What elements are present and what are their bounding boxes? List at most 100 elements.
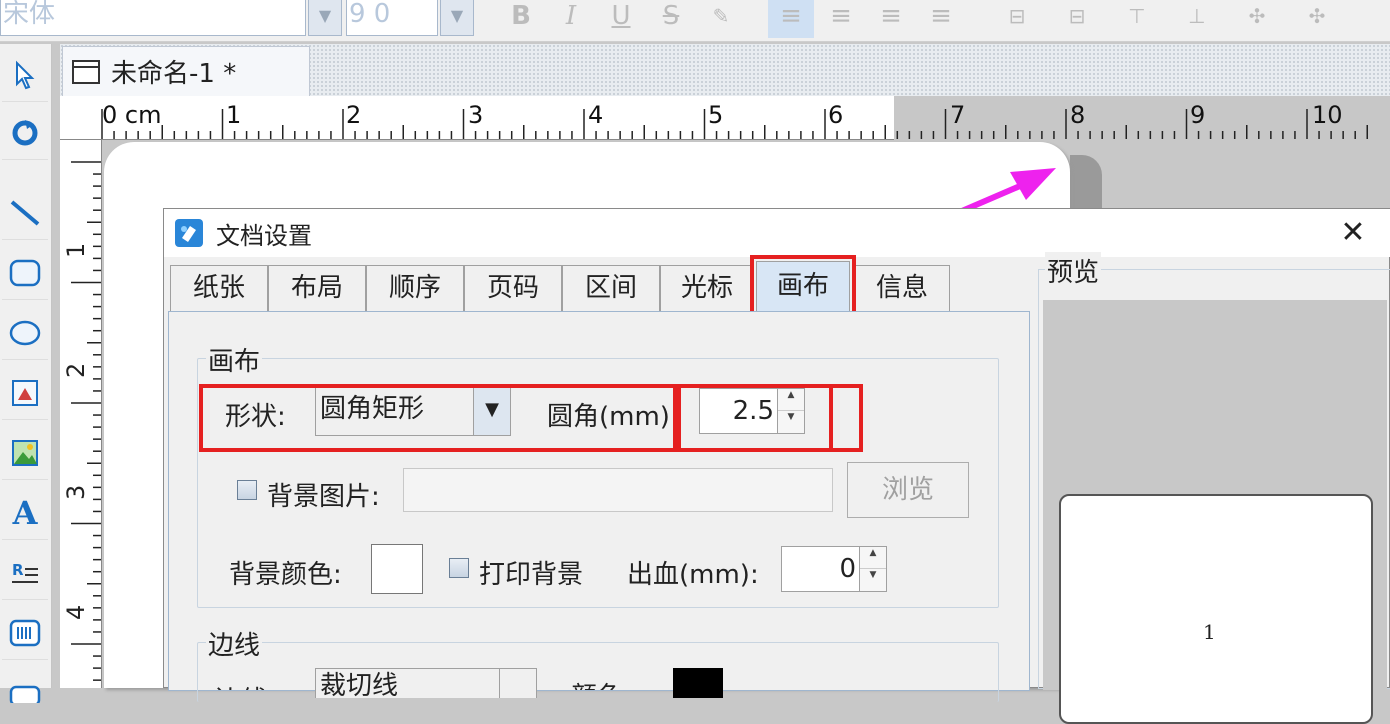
strikethrough-icon[interactable]: S (648, 0, 694, 38)
ruler-label: 5 (708, 101, 724, 129)
align-objects-bottom-icon[interactable]: ⊥ (1174, 0, 1220, 38)
close-icon[interactable]: ✕ (1333, 213, 1373, 253)
dialog-title-bar: 文档设置 (164, 209, 1390, 257)
tab-paper[interactable]: 纸张 (170, 265, 268, 311)
align-left-icon[interactable]: ≡ (768, 0, 814, 38)
ellipse-tool-icon[interactable] (2, 306, 48, 360)
document-tab[interactable]: 未命名-1 * (62, 46, 310, 96)
border-line-label: 边线: (215, 680, 276, 690)
barcode-tool-icon[interactable] (2, 606, 48, 660)
qrcode-tool-icon[interactable] (2, 666, 48, 720)
align-center-icon[interactable]: ≡ (818, 0, 864, 38)
ruler-label: 1 (226, 101, 242, 129)
ruler-label: 7 (950, 101, 966, 129)
ruler-label: 2 (346, 101, 362, 129)
font-name-combo[interactable]: 宋体 (0, 0, 306, 36)
ruler-label: 3 (62, 484, 90, 500)
bg-image-path-input[interactable] (403, 468, 833, 512)
align-objects-top-icon[interactable]: ⊤ (1114, 0, 1160, 38)
bleed-stepper[interactable]: ▲ ▼ (859, 546, 887, 592)
distribute-horizontal-icon[interactable]: ✣ (1234, 0, 1280, 38)
window-icon (72, 59, 100, 84)
select-pointer-icon[interactable] (2, 48, 48, 102)
align-right-icon[interactable]: ≡ (868, 0, 914, 38)
border-line-select[interactable]: 裁切线 (315, 668, 511, 698)
distribute-vertical-icon[interactable]: ✣ (1294, 0, 1340, 38)
preview-page-number: 1 (1203, 620, 1216, 644)
underline-icon[interactable]: U (598, 0, 644, 38)
ruler-label: 6 (828, 101, 844, 129)
ruler-label: 0 cm (102, 101, 162, 129)
ruler-label: 2 (62, 362, 90, 378)
vertical-ruler: 1 2 3 4 (60, 140, 102, 688)
bg-image-checkbox[interactable] (237, 480, 257, 500)
ruler-label: 10 (1312, 101, 1343, 129)
bg-image-label: 背景图片: (267, 482, 380, 512)
highlight-box-extra (833, 384, 863, 452)
app-logo-icon (175, 219, 203, 247)
print-bg-label: 打印背景 (479, 560, 584, 590)
stepper-up-icon[interactable]: ▲ (860, 547, 886, 569)
document-settings-dialog: 文档设置 ✕ 纸张 布局 顺序 页码 区间 光标 画布 信息 画布 形状: 圆角… (163, 208, 1390, 724)
preview-area: 1 (1043, 300, 1387, 724)
bold-icon[interactable]: B (498, 0, 544, 38)
highlight-box-shape (199, 384, 677, 452)
highlight-box-tab (750, 255, 856, 317)
bg-color-label: 背景颜色: (229, 560, 342, 590)
ruler-label: 4 (62, 604, 90, 620)
horizontal-ruler: 0 cm 1 2 3 4 5 6 7 8 9 10 (60, 96, 1390, 140)
preview-label: 预览 (1045, 252, 1102, 289)
rich-text-tool-icon[interactable]: R (2, 546, 48, 600)
italic-icon[interactable]: I (548, 0, 594, 38)
bleed-value: 0 (839, 554, 856, 584)
border-line-value: 裁切线 (320, 671, 399, 698)
dialog-title: 文档设置 (216, 221, 312, 250)
document-tab-strip: 未命名-1 * (60, 44, 1390, 96)
font-size-combo[interactable]: 9 0 (346, 0, 438, 36)
preview-paper: 1 (1059, 494, 1373, 724)
print-bg-checkbox[interactable] (449, 558, 469, 578)
canvas-settings-panel: 画布 形状: 圆角矩形 ▼ 圆角(mm): 2.5 ▲ ▼ 背景图片: 浏览 背景… (168, 311, 1030, 702)
ruler-label: 1 (62, 242, 90, 258)
font-name-value: 宋体 (3, 0, 56, 29)
svg-text:R: R (12, 561, 24, 579)
bg-color-swatch[interactable] (371, 544, 423, 594)
browse-button[interactable]: 浏览 (847, 462, 969, 518)
ruler-label: 3 (468, 101, 484, 129)
border-line-dropdown-icon[interactable] (499, 668, 537, 698)
ruler-label: 9 (1190, 101, 1206, 129)
formatting-toolbar: 宋体 ▼ 9 0 ▼ B I U S ✎ ≡ ≡ ≡ ≡ ⊟ ⊟ ⊤ ⊥ ✣ ✣ (0, 0, 1390, 42)
highlight-box-radius (677, 384, 833, 452)
bleed-input[interactable]: 0 (781, 546, 863, 592)
stepper-down-icon[interactable]: ▼ (860, 569, 886, 591)
align-objects-right-icon[interactable]: ⊟ (1054, 0, 1100, 38)
preview-group: 预览 1 (1038, 252, 1390, 724)
tab-cursor[interactable]: 光标 (660, 265, 754, 311)
picture-tool-icon[interactable] (2, 426, 48, 480)
tab-page-number[interactable]: 页码 (464, 265, 562, 311)
image-frame-tool-icon[interactable] (2, 366, 48, 420)
tab-info[interactable]: 信息 (854, 265, 950, 311)
text-effect-icon[interactable]: ✎ (698, 0, 744, 38)
tab-range[interactable]: 区间 (562, 265, 660, 311)
line-tool-icon[interactable] (2, 186, 48, 240)
bleed-label: 出血(mm): (627, 560, 759, 590)
rotate-tool-icon[interactable] (2, 106, 48, 160)
rounded-rectangle-tool-icon[interactable] (2, 246, 48, 300)
tab-order[interactable]: 顺序 (366, 265, 464, 311)
font-size-value: 9 0 (349, 0, 391, 29)
font-size-dropdown-icon[interactable]: ▼ (440, 0, 474, 36)
border-group-label: 边线 (206, 625, 263, 662)
tab-layout[interactable]: 布局 (268, 265, 366, 311)
font-name-dropdown-icon[interactable]: ▼ (308, 0, 342, 36)
text-tool-icon[interactable]: A (2, 486, 48, 540)
paper-shadow (1070, 155, 1102, 215)
canvas-group-label: 画布 (206, 341, 263, 378)
tool-palette: A R (0, 44, 52, 703)
document-tab-title: 未命名-1 * (111, 59, 237, 89)
ruler-label: 4 (588, 101, 604, 129)
align-objects-left-icon[interactable]: ⊟ (994, 0, 1040, 38)
align-justify-icon[interactable]: ≡ (918, 0, 964, 38)
ruler-label: 8 (1070, 101, 1086, 129)
border-color-swatch[interactable] (673, 668, 723, 698)
